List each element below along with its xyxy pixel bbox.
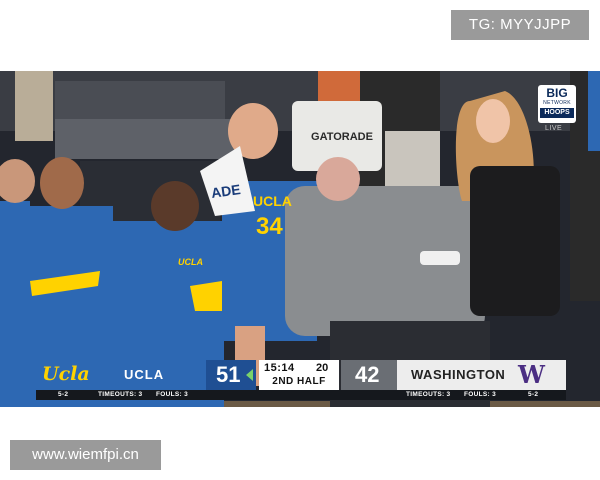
away-fouls: FOULS: 3 (464, 391, 497, 398)
bench-player-3-trim (190, 281, 222, 311)
away-score: 42 (355, 362, 380, 387)
shot-clock: 20 (316, 362, 329, 374)
staff-towel (420, 251, 460, 265)
game-clock: 15:14 (264, 362, 295, 374)
staff-head (476, 99, 510, 143)
scorebug: Ucla UCLA 51 15:14 20 2ND HALF 42 WASHIN… (36, 360, 566, 390)
home-score: 51 (216, 362, 241, 387)
live-indicator: LIVE (545, 125, 563, 132)
away-team-block: WASHINGTON W (397, 360, 566, 390)
away-team-name: WASHINGTON (411, 367, 506, 382)
watermark-bottom: www.wiemfpi.cn (10, 440, 161, 470)
broadcast-frame: GATORADE ADE UCLA 34 UCLA BIG NETWORK HO… (0, 71, 600, 407)
possession-arrow-icon (246, 369, 253, 381)
network-logo-hoops: HOOPS (540, 108, 574, 118)
right-edge-sleeve (588, 71, 600, 151)
home-fouls: FOULS: 3 (156, 391, 189, 398)
bench-player-2-head (40, 157, 84, 209)
watermark-top: TG: MYYJJPP (451, 10, 589, 40)
ucla-logo-text: Ucla (42, 363, 90, 385)
scorebug-stats-bar: 5-2 TIMEOUTS: 3 FOULS: 3 TIMEOUTS: 3 FOU… (36, 390, 566, 400)
game-clock-box: 15:14 20 2ND HALF (259, 360, 339, 390)
trainer-head (316, 157, 360, 201)
home-team-name: UCLA (124, 367, 165, 382)
jersey-number: 34 (256, 213, 283, 240)
network-logo-network: NETWORK (543, 100, 571, 106)
big-ten-network-logo: BIG NETWORK HOOPS (538, 85, 576, 123)
staff-black-outfit (470, 166, 560, 316)
home-timeouts: TIMEOUTS: 3 (98, 391, 143, 398)
broadcast-scene (0, 71, 600, 407)
washington-logo: W (518, 360, 545, 389)
gatorade-label: GATORADE (311, 131, 373, 143)
game-period: 2ND HALF (272, 376, 326, 387)
bench-chest-text: UCLA (178, 257, 203, 267)
background-person-left (15, 71, 53, 141)
home-team-block: Ucla UCLA (36, 360, 206, 390)
away-score-box: 42 (341, 360, 397, 390)
away-record: 5-2 (528, 391, 539, 398)
away-timeouts: TIMEOUTS: 3 (406, 391, 451, 398)
court-riser (55, 119, 235, 159)
ucla-logo: Ucla (36, 360, 94, 390)
bench-player-3-head (151, 181, 199, 231)
jersey-text: UCLA (253, 193, 292, 209)
network-logo-big: BIG (546, 86, 568, 100)
home-record: 5-2 (58, 391, 69, 398)
